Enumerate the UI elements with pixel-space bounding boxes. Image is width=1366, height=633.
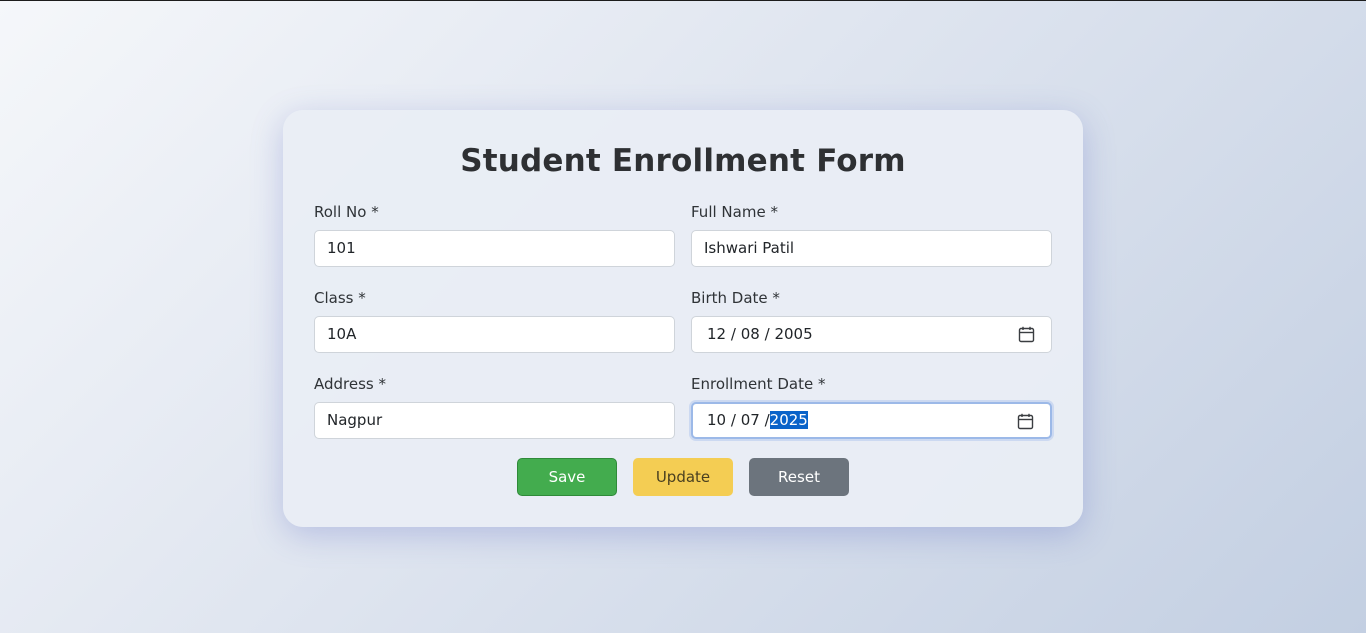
date-separator: / [764,411,770,429]
birth-date-label: Birth Date * [691,289,780,307]
date-separator: / [730,411,736,429]
address-input[interactable]: Nagpur [314,402,675,439]
roll-no-label: Roll No * [314,203,379,221]
calendar-icon[interactable] [1017,413,1034,430]
save-button[interactable]: Save [517,458,617,496]
enrollment-date-input[interactable]: 10 / 07 /2025 [691,402,1052,439]
roll-no-input[interactable]: 101 [314,230,675,267]
full-name-label: Full Name * [691,203,778,221]
class-label: Class * [314,289,366,307]
birth-date-field: Birth Date * 12 / 08 / 2005 [691,288,1052,353]
enrollment-date-field: Enrollment Date * 10 / 07 /2025 [691,374,1052,439]
enrollment-date-year[interactable]: 2025 [769,411,808,429]
window-top-border [0,0,1366,1]
address-field: Address * Nagpur [314,374,675,439]
birth-date-input[interactable]: 12 / 08 / 2005 [691,316,1052,353]
full-name-input[interactable]: Ishwari Patil [691,230,1052,267]
birth-date-month[interactable]: 08 [741,325,760,343]
address-label: Address * [314,375,387,393]
birth-date-year[interactable]: 2005 [774,325,812,343]
enrollment-form-card: Student Enrollment Form Roll No * 101 Fu… [283,110,1083,527]
full-name-field: Full Name * Ishwari Patil [691,202,1052,267]
form-title: Student Enrollment Form [460,143,906,179]
class-input[interactable]: 10A [314,316,675,353]
enrollment-date-label: Enrollment Date * [691,375,826,393]
calendar-icon[interactable] [1018,326,1035,343]
date-separator: / [764,325,770,343]
update-button[interactable]: Update [633,458,733,496]
birth-date-day[interactable]: 12 [707,325,726,343]
enrollment-date-day[interactable]: 10 [707,411,726,429]
class-field: Class * 10A [314,288,675,353]
roll-no-field: Roll No * 101 [314,202,675,267]
reset-button[interactable]: Reset [749,458,849,496]
date-separator: / [730,325,736,343]
enrollment-date-month[interactable]: 07 [741,411,760,429]
